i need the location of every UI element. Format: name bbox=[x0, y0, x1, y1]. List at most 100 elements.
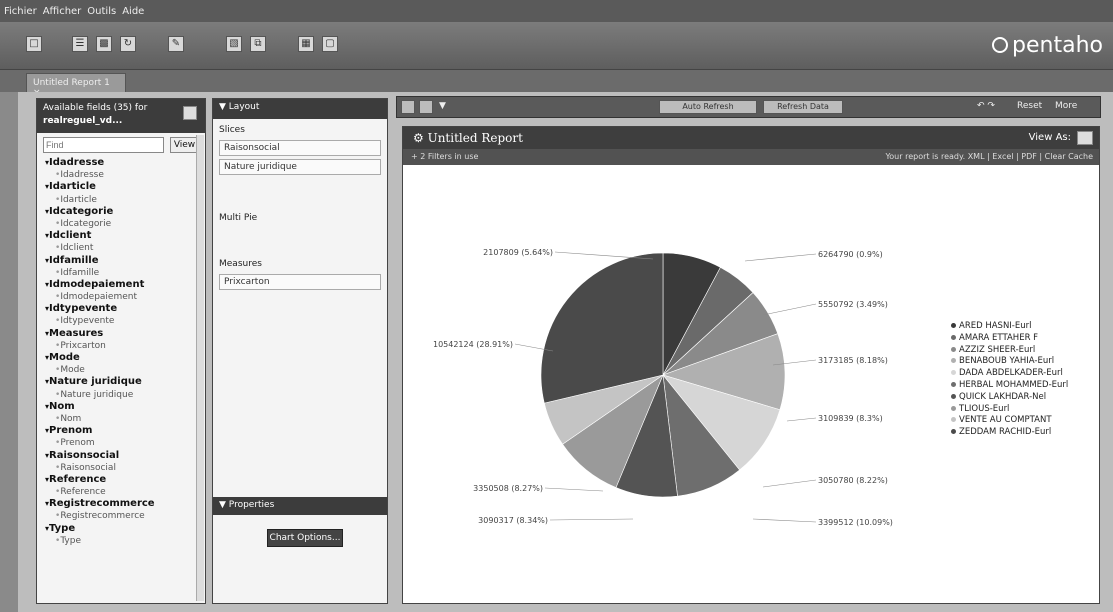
leader-line bbox=[744, 253, 817, 262]
field-group[interactable]: Measures bbox=[45, 328, 205, 340]
data-label: 3399512 (10.09%) bbox=[818, 518, 893, 527]
field-item[interactable]: Raisonsocial bbox=[45, 462, 205, 474]
measure-field-prixcarton[interactable]: Prixcarton bbox=[219, 274, 381, 290]
legend-item[interactable]: ARED HASNI-Eurl bbox=[951, 321, 1068, 333]
status-area: Your report is ready. XML | Excel | PDF … bbox=[885, 152, 1093, 161]
field-group[interactable]: Idfamille bbox=[45, 255, 205, 267]
toggle-checkbox[interactable] bbox=[183, 106, 197, 120]
copy-icon[interactable]: ⧉ bbox=[250, 36, 266, 52]
field-item[interactable]: Idfamille bbox=[45, 267, 205, 279]
find-field-input[interactable] bbox=[43, 137, 164, 153]
legend-item[interactable]: VENTE AU COMPTANT bbox=[951, 415, 1068, 427]
filters-in-use[interactable]: + 2 Filters in use bbox=[411, 152, 478, 161]
menu-help[interactable]: Aide bbox=[122, 6, 144, 17]
legend-label: VENTE AU COMPTANT bbox=[959, 415, 1052, 426]
legend-item[interactable]: TLIOUS-Eurl bbox=[951, 404, 1068, 416]
menu-file[interactable]: Fichier bbox=[4, 6, 37, 17]
layout-toggle-icon[interactable] bbox=[401, 100, 415, 114]
legend-swatch bbox=[951, 381, 956, 387]
field-group[interactable]: Type bbox=[45, 523, 205, 535]
data-label: 5550792 (3.49%) bbox=[818, 300, 888, 309]
refresh-icon[interactable]: ↻ bbox=[120, 36, 136, 52]
undo-icon[interactable]: ↶ ↷ bbox=[977, 101, 995, 111]
legend-item[interactable]: AMARA ETTAHER F bbox=[951, 333, 1068, 345]
field-item[interactable]: Idmodepaiement bbox=[45, 291, 205, 303]
field-group[interactable]: Nom bbox=[45, 401, 205, 413]
field-item[interactable]: Reference bbox=[45, 486, 205, 498]
legend-swatch bbox=[951, 334, 956, 340]
reset-button[interactable]: Reset bbox=[1017, 101, 1042, 111]
chart-options-button[interactable]: Chart Options... bbox=[267, 529, 343, 547]
data-label: 6264790 (0.9%) bbox=[818, 250, 883, 259]
legend-swatch bbox=[951, 393, 956, 399]
pie-chart-icon[interactable] bbox=[1077, 131, 1093, 145]
field-group[interactable]: Idmodepaiement bbox=[45, 279, 205, 291]
field-item[interactable]: Idtypevente bbox=[45, 315, 205, 327]
field-item[interactable]: Nom bbox=[45, 413, 205, 425]
report-toolbar: ▼ Auto Refresh Refresh Data ↶ ↷ Reset Mo… bbox=[396, 96, 1101, 118]
print-icon[interactable]: ▧ bbox=[226, 36, 242, 52]
leader-line bbox=[752, 518, 817, 523]
open-icon[interactable]: ☰ bbox=[72, 36, 88, 52]
chart-icon[interactable]: ▦ bbox=[298, 36, 314, 52]
field-item[interactable]: Idclient bbox=[45, 242, 205, 254]
legend-item[interactable]: QUICK LAKHDAR-Nel bbox=[951, 392, 1068, 404]
legend-swatch bbox=[951, 323, 956, 328]
field-group[interactable]: Mode bbox=[45, 352, 205, 364]
field-item[interactable]: Registrecommerce bbox=[45, 510, 205, 522]
field-group[interactable]: Idcategorie bbox=[45, 206, 205, 218]
refresh-data-button[interactable]: Refresh Data bbox=[763, 100, 843, 114]
field-group[interactable]: Idtypevente bbox=[45, 303, 205, 315]
brand-name: pentaho bbox=[1012, 32, 1103, 58]
filter-icon[interactable]: ▼ bbox=[439, 101, 446, 111]
grid-toggle-icon[interactable] bbox=[419, 100, 433, 114]
more-button[interactable]: More bbox=[1055, 101, 1077, 111]
legend-label: ZEDDAM RACHID-Eurl bbox=[959, 427, 1052, 438]
view-button[interactable]: View bbox=[170, 137, 199, 153]
field-item[interactable]: Mode bbox=[45, 364, 205, 376]
field-group[interactable]: Raisonsocial bbox=[45, 450, 205, 462]
field-group[interactable]: Idadresse bbox=[45, 157, 205, 169]
field-item[interactable]: Idcategorie bbox=[45, 218, 205, 230]
field-group[interactable]: Registrecommerce bbox=[45, 498, 205, 510]
pentaho-logo: pentaho bbox=[992, 32, 1103, 58]
field-item[interactable]: Prixcarton bbox=[45, 340, 205, 352]
legend-item[interactable]: ZEDDAM RACHID-Eurl bbox=[951, 427, 1068, 439]
fields-scrollbar[interactable] bbox=[196, 135, 204, 601]
data-label: 3109839 (8.3%) bbox=[818, 414, 883, 423]
edit-icon[interactable]: ✎ bbox=[168, 36, 184, 52]
measures-label: Measures bbox=[219, 259, 262, 269]
field-item[interactable]: Prenom bbox=[45, 437, 205, 449]
legend-swatch bbox=[951, 405, 956, 411]
report-title[interactable]: ⚙ Untitled Report bbox=[413, 131, 523, 145]
field-group[interactable]: Reference bbox=[45, 474, 205, 486]
data-label: 3090317 (8.34%) bbox=[478, 516, 548, 525]
save-icon[interactable]: ▩ bbox=[96, 36, 112, 52]
legend-item[interactable]: DADA ABDELKADER-Eurl bbox=[951, 368, 1068, 380]
slice-field-raisonsocial[interactable]: Raisonsocial bbox=[219, 140, 381, 156]
menu-tools[interactable]: Outils bbox=[87, 6, 116, 17]
field-item[interactable]: Type bbox=[45, 535, 205, 547]
properties-header[interactable]: ▼ Properties bbox=[213, 497, 387, 515]
legend-item[interactable]: AZZIZ SHEER-Eurl bbox=[951, 345, 1068, 357]
field-list: IdadresseIdadresseIdarticleIdarticleIdca… bbox=[37, 157, 205, 597]
field-item[interactable]: Nature juridique bbox=[45, 389, 205, 401]
auto-refresh-button[interactable]: Auto Refresh bbox=[659, 100, 757, 114]
field-group[interactable]: Nature juridique bbox=[45, 376, 205, 388]
new-icon[interactable]: □ bbox=[26, 36, 42, 52]
field-group[interactable]: Idclient bbox=[45, 230, 205, 242]
multi-pie-label: Multi Pie bbox=[219, 213, 258, 223]
legend-item[interactable]: BENABOUB YAHIA-Eurl bbox=[951, 356, 1068, 368]
field-item[interactable]: Idadresse bbox=[45, 169, 205, 181]
field-group[interactable]: Idarticle bbox=[45, 181, 205, 193]
slice-field-nature-juridique[interactable]: Nature juridique bbox=[219, 159, 381, 175]
field-item[interactable]: Idarticle bbox=[45, 194, 205, 206]
data-label: 3050780 (8.22%) bbox=[818, 476, 888, 485]
export-links[interactable]: XML | Excel | PDF | Clear Cache bbox=[968, 152, 1093, 161]
window-icon[interactable]: ▢ bbox=[322, 36, 338, 52]
field-group[interactable]: Prenom bbox=[45, 425, 205, 437]
menu-view[interactable]: Afficher bbox=[43, 6, 82, 17]
legend-item[interactable]: HERBAL MOHAMMED-Eurl bbox=[951, 380, 1068, 392]
legend-label: BENABOUB YAHIA-Eurl bbox=[959, 356, 1055, 367]
tab-untitled-report[interactable]: Untitled Report 1 × bbox=[26, 73, 126, 98]
